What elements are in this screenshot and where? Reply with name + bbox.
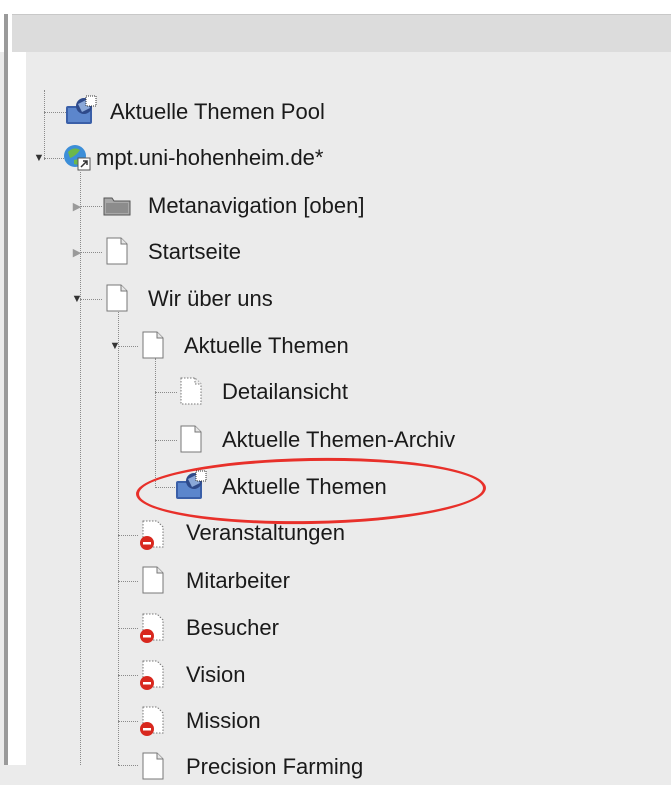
tree-item-label: Aktuelle Themen: [184, 333, 349, 358]
page-hidden-icon: [138, 519, 166, 550]
expand-arrow-icon[interactable]: ▼: [32, 151, 46, 165]
tree-line: [155, 358, 156, 488]
page-icon: [140, 565, 168, 595]
page-tree: Aktuelle Themen Pool ▼ mpt.uni-hohenheim…: [0, 0, 671, 780]
tree-line: [80, 172, 81, 765]
tree-item-aktuelle-themen[interactable]: Aktuelle Themen: [138, 328, 538, 364]
tree-item-aktuelle-themen-pool[interactable]: Aktuelle Themen Pool: [60, 94, 400, 130]
tree-item-site-root[interactable]: mpt.uni-hohenheim.de*: [62, 140, 462, 176]
page-hidden-icon: [138, 612, 166, 643]
tree-item-besucher[interactable]: Besucher: [138, 610, 538, 646]
tree-item-startseite[interactable]: Startseite: [100, 234, 500, 270]
collapsed-arrow-icon[interactable]: ▶: [70, 199, 84, 213]
folder-icon: [102, 192, 131, 222]
page-icon: [140, 751, 168, 781]
tree-item-label: Metanavigation [oben]: [148, 193, 365, 218]
folder-globe-icon: [64, 94, 97, 124]
tree-item-label: Mission: [186, 708, 261, 733]
tree-item-precision-farming[interactable]: Precision Farming: [138, 749, 538, 785]
tree-item-label: Aktuelle Themen-Archiv: [222, 427, 456, 452]
tree-item-detailansicht[interactable]: Detailansicht: [176, 374, 576, 410]
tree-line: [155, 440, 177, 441]
tree-line: [44, 90, 45, 160]
tree-line: [118, 675, 138, 676]
tree-line: [118, 721, 138, 722]
globe-link-icon: [62, 142, 91, 172]
tree-item-label: Detailansicht: [222, 379, 348, 404]
collapsed-arrow-icon[interactable]: ▶: [70, 245, 84, 259]
tree-line: [118, 765, 138, 766]
tree-item-vision[interactable]: Vision: [138, 657, 538, 693]
tree-line: [118, 628, 138, 629]
tree-item-metanavigation[interactable]: Metanavigation [oben]: [100, 188, 500, 224]
tree-item-label: Mitarbeiter: [186, 568, 290, 593]
page-icon: [140, 330, 168, 360]
page-hidden-icon: [138, 705, 166, 736]
tree-item-label: Startseite: [148, 239, 241, 264]
page-icon: [178, 424, 206, 454]
page-hidden-icon: [138, 659, 166, 690]
tree-line: [118, 581, 138, 582]
tree-item-mission[interactable]: Mission: [138, 703, 538, 739]
tree-item-label: Aktuelle Themen Pool: [110, 99, 325, 124]
tree-item-label: mpt.uni-hohenheim.de*: [96, 145, 324, 170]
page-icon: [104, 283, 132, 313]
tree-item-label: Wir über uns: [148, 286, 273, 311]
page-icon: [104, 236, 132, 266]
expand-arrow-icon[interactable]: ▼: [70, 292, 84, 306]
expand-arrow-icon[interactable]: ▼: [108, 339, 122, 353]
tree-item-mitarbeiter[interactable]: Mitarbeiter: [138, 563, 538, 599]
tree-item-label: Precision Farming: [186, 754, 364, 779]
tree-item-label: Besucher: [186, 615, 279, 640]
tree-line: [118, 535, 138, 536]
tree-item-wir-ueber-uns[interactable]: Wir über uns: [100, 281, 500, 317]
tree-item-aktuelle-themen-archiv[interactable]: Aktuelle Themen-Archiv: [176, 422, 576, 458]
tree-line: [118, 310, 119, 765]
tree-item-label: Vision: [186, 662, 246, 687]
page-dotted-icon: [178, 376, 206, 406]
tree-line: [155, 392, 177, 393]
